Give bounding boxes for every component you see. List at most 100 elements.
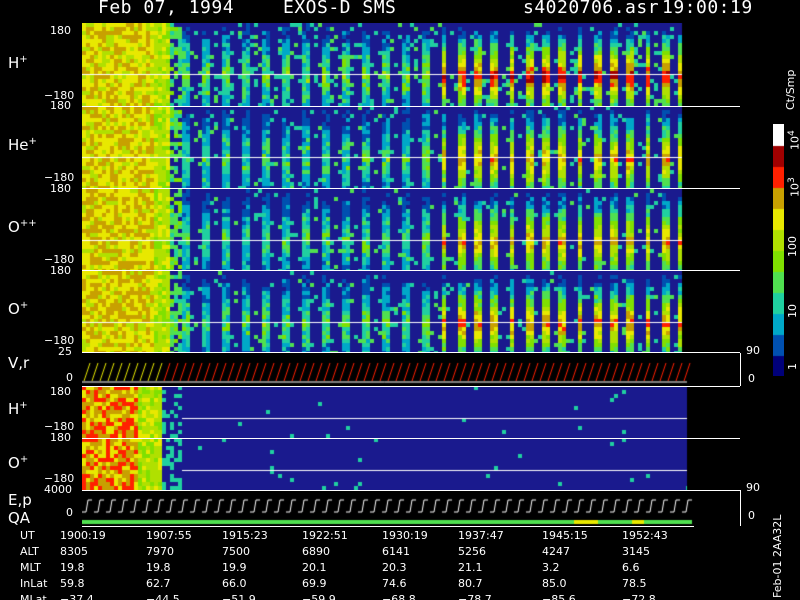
ion-name: O — [8, 454, 20, 472]
label-ep: E,p — [8, 491, 32, 509]
axis-line — [82, 526, 694, 527]
tick-vr-min: 0 — [66, 371, 73, 384]
tick-ep-min: 0 — [66, 506, 73, 519]
table-cell: 6.6 — [622, 561, 640, 574]
ep-trace — [82, 490, 694, 526]
divider — [82, 386, 740, 387]
cbar-exp: 4 — [786, 130, 797, 136]
table-row-label: MLat — [20, 593, 47, 600]
table-cell: 5256 — [458, 545, 486, 558]
label-qa: QA — [8, 509, 31, 527]
table-cell: 85.0 — [542, 577, 567, 590]
colorbar-label: 1 — [786, 363, 799, 370]
table-cell: 3145 — [622, 545, 650, 558]
ion-charge: + — [19, 400, 28, 411]
ion-charge: + — [19, 300, 29, 311]
ion-name: O — [8, 300, 20, 318]
panel-o-plus — [82, 271, 694, 353]
divider — [82, 352, 740, 353]
table-cell: 6141 — [382, 545, 410, 558]
colorbar — [773, 124, 784, 376]
ion-name: O — [8, 218, 20, 236]
label-h-plus: H+ — [8, 52, 28, 71]
axis-line — [740, 490, 741, 526]
table-cell: 21.1 — [458, 561, 483, 574]
table-cell: 69.9 — [302, 577, 327, 590]
label-o-plus-2: O+ — [8, 452, 28, 471]
table-row-label: MLT — [20, 561, 41, 574]
table-cell: −78.7 — [458, 593, 492, 600]
label-o-plus: O+ — [8, 298, 28, 317]
tick-ymax: 180 — [50, 385, 71, 398]
cbar-text: 10 — [788, 136, 800, 150]
panel-o-plus-2 — [82, 438, 694, 490]
tick-vr-max: 25 — [58, 345, 72, 358]
title-date: Feb 07, 1994 — [98, 0, 235, 18]
ion-name: H — [8, 400, 20, 418]
table-cell: 7500 — [222, 545, 250, 558]
table-cell: 19.8 — [60, 561, 85, 574]
label-o-pp: O++ — [8, 216, 37, 235]
title-time: 19:00:19 — [662, 0, 753, 18]
table-cell: 80.7 — [458, 577, 483, 590]
tick-ymax: 180 — [50, 99, 71, 112]
table-cell: −68.8 — [382, 593, 416, 600]
title-mission: EXOS-D SMS — [283, 0, 397, 18]
ion-name: He — [8, 136, 29, 154]
label-he-plus: He+ — [8, 134, 37, 153]
table-cell: −37.4 — [60, 593, 94, 600]
divider — [82, 270, 740, 271]
table-row-label: InLat — [20, 577, 48, 590]
footer-id: Feb-01 2AA32L — [771, 514, 784, 598]
table-cell: 3.2 — [542, 561, 560, 574]
axis-line — [740, 353, 741, 386]
tick-ymax: 180 — [50, 24, 71, 37]
tick-ep-right-min: 0 — [748, 509, 755, 522]
panel-h-plus — [82, 23, 694, 106]
ion-charge: + — [28, 136, 37, 147]
table-cell: 7970 — [146, 545, 174, 558]
tick-ep-max: 4000 — [44, 483, 72, 496]
tick-ep-right-max: 90 — [746, 481, 760, 494]
colorbar-label: 10 — [786, 304, 799, 318]
table-cell: 1952:43 — [622, 529, 668, 542]
vr-trace — [82, 353, 694, 386]
tick-vr-right-max: 90 — [746, 344, 760, 357]
panel-h-plus-2 — [82, 386, 694, 438]
table-row-label: ALT — [20, 545, 39, 558]
table-cell: 1945:15 — [542, 529, 588, 542]
table-cell: 6890 — [302, 545, 330, 558]
spectrogram-o-plus-2 — [82, 438, 694, 490]
chart-root: { "header": { "date": "Feb 07, 1994", "m… — [0, 0, 800, 600]
panel-o-pp — [82, 189, 694, 271]
table-cell: 20.3 — [382, 561, 407, 574]
spectrogram-h-plus-2 — [82, 386, 694, 438]
table-cell: −44.5 — [146, 593, 180, 600]
table-cell: −72.8 — [622, 593, 656, 600]
table-cell: 1937:47 — [458, 529, 504, 542]
table-cell: 1907:55 — [146, 529, 192, 542]
colorbar-unit: Ct/Smp — [784, 69, 797, 110]
tick-ymax: 180 — [50, 182, 71, 195]
table-cell: 1922:51 — [302, 529, 348, 542]
colorbar-label: 100 — [786, 236, 799, 257]
divider — [82, 106, 740, 107]
table-cell: 4247 — [542, 545, 570, 558]
spectrogram-he-plus — [82, 106, 694, 189]
ion-charge: ++ — [19, 218, 37, 229]
table-cell: −59.9 — [302, 593, 336, 600]
tick-ymax: 180 — [50, 264, 71, 277]
table-row-label: UT — [20, 529, 35, 542]
table-cell: 19.9 — [222, 561, 247, 574]
label-h-plus-2: H+ — [8, 398, 28, 417]
panel-ep — [82, 490, 694, 526]
colorbar-label: 104 — [786, 130, 800, 150]
label-vr: V,r — [8, 354, 30, 372]
title-file: s4020706.asr — [523, 0, 660, 18]
divider — [82, 490, 740, 491]
spectrogram-h-plus — [82, 23, 694, 106]
table-cell: 19.8 — [146, 561, 171, 574]
divider — [82, 188, 740, 189]
ion-charge: + — [19, 454, 29, 465]
table-cell: −51.9 — [222, 593, 256, 600]
